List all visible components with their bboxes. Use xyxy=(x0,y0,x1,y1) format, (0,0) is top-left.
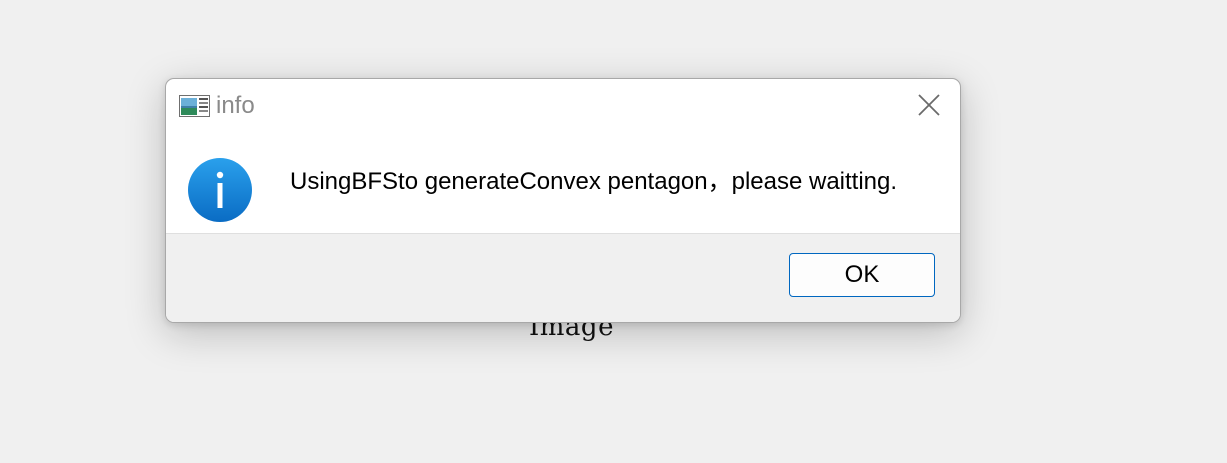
dialog-titlebar[interactable]: info xyxy=(166,79,960,135)
ok-button[interactable]: OK xyxy=(789,253,935,297)
information-icon xyxy=(187,157,253,223)
close-button[interactable] xyxy=(912,90,946,124)
info-dialog: info UsingBFSto generateConvex pentagon，… xyxy=(165,78,961,323)
dialog-message: UsingBFSto generateConvex pentagon，pleas… xyxy=(290,168,898,195)
dialog-content: UsingBFSto generateConvex pentagon，pleas… xyxy=(166,135,960,233)
application-window-icon xyxy=(179,95,210,117)
dialog-title: info xyxy=(216,92,255,119)
dialog-footer: OK xyxy=(166,233,960,322)
close-icon xyxy=(917,93,941,122)
